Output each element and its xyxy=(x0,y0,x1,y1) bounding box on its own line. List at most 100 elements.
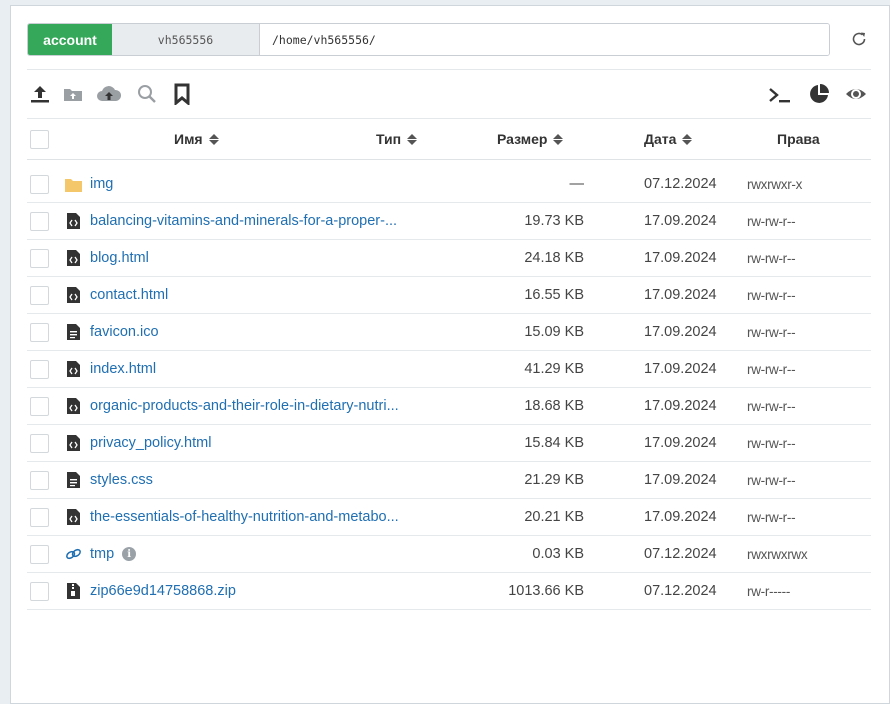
file-size: — xyxy=(569,176,585,192)
upload-button[interactable] xyxy=(27,80,53,108)
account-badge[interactable]: account xyxy=(28,24,112,55)
row-checkbox[interactable] xyxy=(30,212,49,231)
file-perms[interactable]: rwxrwxrwx xyxy=(747,536,857,572)
column-name[interactable]: Имя xyxy=(174,119,219,159)
file-date: 17.09.2024 xyxy=(644,250,717,266)
row-checkbox[interactable] xyxy=(30,471,49,490)
file-name-link[interactable]: favicon.ico xyxy=(65,314,445,350)
table-row[interactable]: tmp i 0.03 KB 07.12.2024 rwxrwxrwx xyxy=(27,536,871,573)
file-perms[interactable]: rw-rw-r-- xyxy=(747,277,857,313)
file-perms[interactable]: rw-rw-r-- xyxy=(747,314,857,350)
table-row[interactable]: privacy_policy.html 15.84 KB 17.09.2024 rw-… xyxy=(27,425,871,462)
file-date: 17.09.2024 xyxy=(644,361,717,377)
disk-usage-icon xyxy=(810,84,829,103)
file-perms[interactable]: rwxrwxr-x xyxy=(747,166,857,202)
file-name: index.html xyxy=(90,361,157,377)
file-perms[interactable]: rw-rw-r-- xyxy=(747,425,857,461)
refresh-button[interactable] xyxy=(846,26,872,52)
table-row[interactable]: styles.css 21.29 KB 17.09.2024 rw-rw-r-- xyxy=(27,462,871,499)
column-perms[interactable]: Права xyxy=(777,119,820,159)
file-name-link[interactable]: the-essentials-of-healthy-nutrition-and-… xyxy=(65,499,445,535)
file-size: 0.03 KB xyxy=(532,546,584,562)
file-name-link[interactable]: privacy_policy.html xyxy=(65,425,445,461)
file-date: 07.12.2024 xyxy=(644,583,717,599)
table-row[interactable]: blog.html 24.18 KB 17.09.2024 rw-rw-r-- xyxy=(27,240,871,277)
search-button[interactable] xyxy=(134,80,160,108)
table-row[interactable]: zip66e9d14758868.zip 1013.66 KB 07.12.2024… xyxy=(27,573,871,610)
file-size: 18.68 KB xyxy=(524,398,584,414)
row-checkbox[interactable] xyxy=(30,175,49,194)
select-all-checkbox[interactable] xyxy=(30,130,49,149)
bookmark-icon xyxy=(174,83,190,105)
file-list: img — 07.12.2024 rwxrwxr-x balancing-vitamin… xyxy=(27,166,871,610)
file-name: contact.html xyxy=(90,287,169,303)
column-type[interactable]: Тип xyxy=(376,119,418,159)
terminal-button[interactable] xyxy=(765,80,795,108)
file-perms[interactable]: rw-rw-r-- xyxy=(747,388,857,424)
row-checkbox[interactable] xyxy=(30,249,49,268)
file-date: 17.09.2024 xyxy=(644,213,717,229)
code-file-icon xyxy=(65,361,82,378)
file-name-link[interactable]: blog.html xyxy=(65,240,445,276)
user-badge[interactable]: vh565556 xyxy=(112,24,260,55)
file-name: tmp xyxy=(90,546,115,562)
column-size[interactable]: Размер xyxy=(497,119,564,159)
file-name-link[interactable]: tmp i xyxy=(65,536,445,572)
upload-folder-button[interactable] xyxy=(60,80,86,108)
table-row[interactable]: balancing-vitamins-and-minerals-for-a-pr… xyxy=(27,203,871,240)
table-row[interactable]: organic-products-and-their-role-in-dieta… xyxy=(27,388,871,425)
file-name-link[interactable]: img xyxy=(65,166,445,202)
file-name-link[interactable]: zip66e9d14758868.zip xyxy=(65,573,445,609)
file-date: 17.09.2024 xyxy=(644,324,717,340)
row-checkbox[interactable] xyxy=(30,545,49,564)
folder-icon xyxy=(65,176,82,193)
code-file-icon xyxy=(65,287,82,304)
row-checkbox[interactable] xyxy=(30,286,49,305)
row-checkbox[interactable] xyxy=(30,434,49,453)
row-checkbox[interactable] xyxy=(30,323,49,342)
path-input[interactable] xyxy=(260,24,829,55)
column-date[interactable]: Дата xyxy=(644,119,693,159)
table-row[interactable]: the-essentials-of-healthy-nutrition-and-… xyxy=(27,499,871,536)
file-date: 07.12.2024 xyxy=(644,546,717,562)
row-checkbox[interactable] xyxy=(30,360,49,379)
file-perms[interactable]: rw-r----- xyxy=(747,573,857,609)
column-name-label: Имя xyxy=(174,131,203,147)
cloud-upload-button[interactable] xyxy=(93,80,125,108)
file-name-link[interactable]: organic-products-and-their-role-in-dieta… xyxy=(65,388,445,424)
column-date-label: Дата xyxy=(644,131,677,147)
file-perms[interactable]: rw-rw-r-- xyxy=(747,203,857,239)
eye-icon xyxy=(846,89,866,99)
file-name-link[interactable]: balancing-vitamins-and-minerals-for-a-pr… xyxy=(65,203,445,239)
preview-toggle-button[interactable] xyxy=(843,80,869,108)
link-icon xyxy=(65,546,82,563)
table-row[interactable]: favicon.ico 15.09 KB 17.09.2024 rw-rw-r-- xyxy=(27,314,871,351)
file-perms[interactable]: rw-rw-r-- xyxy=(747,462,857,498)
disk-usage-button[interactable] xyxy=(806,80,832,108)
row-checkbox[interactable] xyxy=(30,582,49,601)
file-perms[interactable]: rw-rw-r-- xyxy=(747,351,857,387)
file-name: blog.html xyxy=(90,250,149,266)
file-name-link[interactable]: index.html xyxy=(65,351,445,387)
file-name-link[interactable]: contact.html xyxy=(65,277,445,313)
code-file-icon xyxy=(65,213,82,230)
cloud-upload-icon xyxy=(97,86,122,101)
table-row[interactable]: contact.html 16.55 KB 17.09.2024 rw-rw-r-- xyxy=(27,277,871,314)
search-icon xyxy=(138,85,156,103)
file-size: 15.09 KB xyxy=(524,324,584,340)
divider xyxy=(27,69,871,70)
file-name-link[interactable]: styles.css xyxy=(65,462,445,498)
info-icon[interactable]: i xyxy=(122,547,137,561)
bookmark-button[interactable] xyxy=(169,80,195,108)
file-perms[interactable]: rw-rw-r-- xyxy=(747,240,857,276)
table-row[interactable]: img — 07.12.2024 rwxrwxr-x xyxy=(27,166,871,203)
row-checkbox[interactable] xyxy=(30,508,49,527)
file-date: 17.09.2024 xyxy=(644,435,717,451)
file-name: privacy_policy.html xyxy=(90,435,212,451)
file-perms[interactable]: rw-rw-r-- xyxy=(747,499,857,535)
file-manager-panel: account vh565556 /home/vh565556/ Имя Тип… xyxy=(10,5,890,704)
table-row[interactable]: index.html 41.29 KB 17.09.2024 rw-rw-r-- xyxy=(27,351,871,388)
row-checkbox[interactable] xyxy=(30,397,49,416)
file-date: 07.12.2024 xyxy=(644,176,717,192)
sort-icon xyxy=(682,133,693,145)
